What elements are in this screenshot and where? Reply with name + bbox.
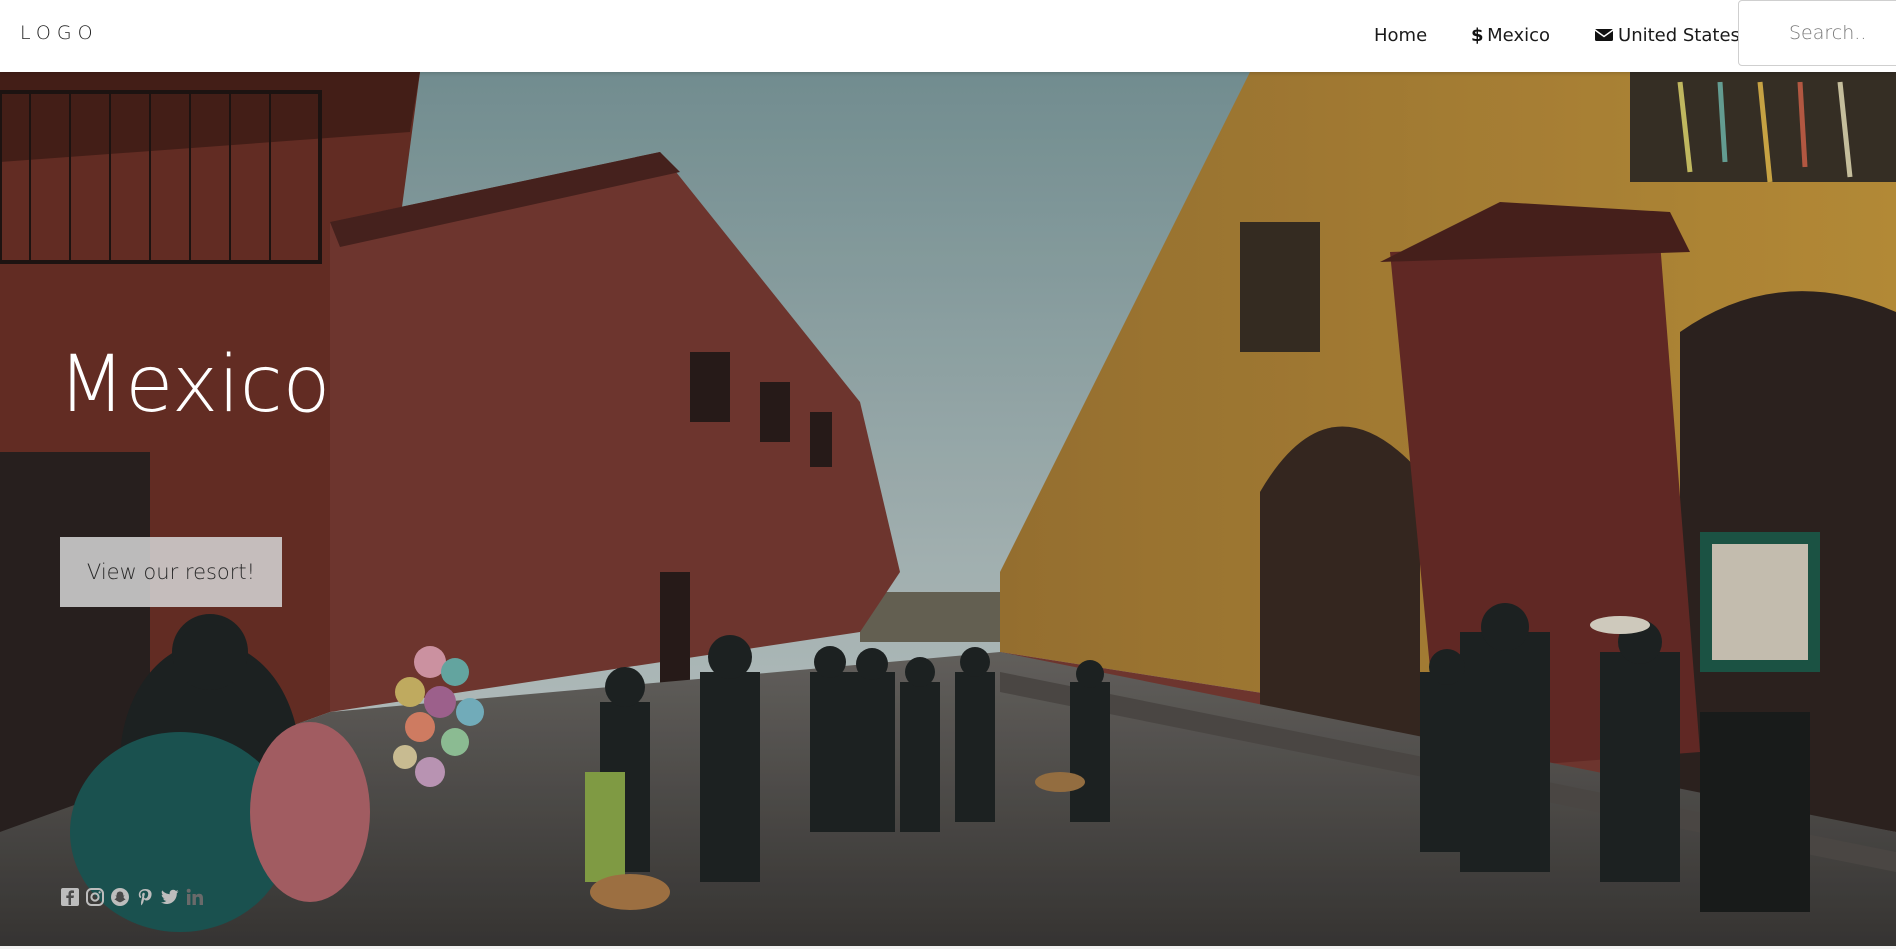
nav-home-link[interactable]: Home: [1352, 0, 1449, 70]
instagram-icon[interactable]: [85, 887, 105, 907]
nav-home-label: Home: [1374, 24, 1428, 46]
nav-mexico-label: Mexico: [1487, 24, 1551, 46]
logo[interactable]: LOGO: [20, 22, 99, 44]
hero-background-image: [0, 72, 1896, 946]
search-input[interactable]: [1738, 0, 1896, 66]
social-icons: [60, 887, 205, 907]
hero-title: Mexico: [58, 340, 331, 430]
facebook-icon[interactable]: [60, 887, 80, 907]
envelope-icon: [1594, 29, 1614, 41]
nav-links: Home $ Mexico United States: [1352, 0, 1762, 70]
top-navbar: LOGO Home $ Mexico United States: [0, 0, 1896, 72]
svg-text:$: $: [1471, 25, 1483, 45]
nav-united-states-link[interactable]: United States: [1572, 0, 1762, 70]
twitter-icon[interactable]: [160, 887, 180, 907]
linkedin-icon[interactable]: [185, 887, 205, 907]
hero-banner: Mexico View our resort!: [0, 72, 1896, 946]
pinterest-icon[interactable]: [135, 887, 155, 907]
nav-united-states-label: United States: [1618, 24, 1740, 46]
nav-mexico-link[interactable]: $ Mexico: [1449, 0, 1572, 70]
snapchat-icon[interactable]: [110, 887, 130, 907]
dollar-icon: $: [1471, 25, 1483, 45]
view-resort-button[interactable]: View our resort!: [60, 537, 282, 607]
